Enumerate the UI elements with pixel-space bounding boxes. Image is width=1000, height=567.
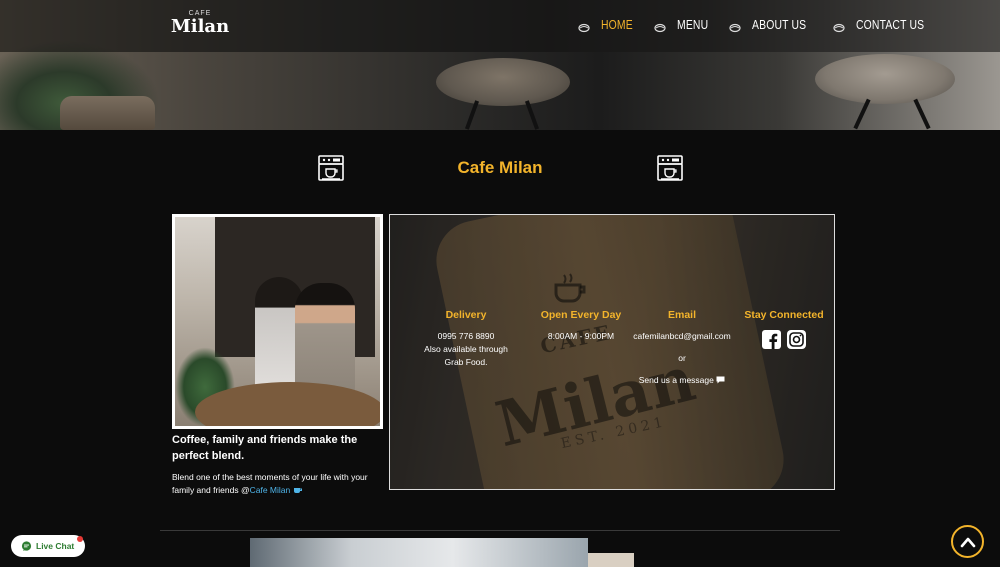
hours-column: Open Every Day 8:00AM - 9:00PM: [535, 309, 627, 343]
email-column: Email cafemilanbcd@gmail.com or Send us …: [626, 309, 738, 387]
hours-title: Open Every Day: [540, 309, 622, 321]
coffee-cup-icon: [293, 488, 302, 493]
logo-text: Milan: [170, 16, 230, 37]
email-address[interactable]: cafemilanbcd@gmail.com: [626, 330, 738, 343]
chat-icon: [21, 540, 32, 551]
instagram-icon[interactable]: [787, 330, 806, 349]
story-link[interactable]: Cafe Milan: [250, 485, 291, 495]
coffee-bean-icon: [578, 20, 590, 32]
stool-seat: [436, 58, 570, 106]
story-body: Blend one of the best moments of your li…: [172, 471, 387, 497]
delivery-note: Also available through: [424, 344, 508, 354]
delivery-phone[interactable]: 0995 776 8890: [418, 330, 514, 343]
live-chat-label: Live Chat: [36, 541, 75, 551]
coffee-bean-icon: [654, 20, 666, 32]
section-title: Cafe Milan: [457, 158, 543, 177]
hours-time: 8:00AM - 9:00PM: [547, 331, 615, 341]
nav-menu[interactable]: MENU: [677, 17, 708, 32]
info-panel: CAFE Milan EST. 2021 Delivery 0995 776 8…: [389, 214, 835, 490]
nav-about-us[interactable]: ABOUT US: [752, 17, 806, 32]
section-divider: [160, 530, 840, 531]
hero-banner: CAFE Milan HOME MENU ABOUT US CONTACT US: [0, 0, 1000, 130]
story-headline: Coffee, family and friends make the perf…: [172, 434, 358, 462]
section-header: Cafe Milan: [0, 150, 1000, 190]
nav-home[interactable]: HOME: [601, 17, 633, 32]
email-title: Email: [667, 309, 696, 321]
main-nav: HOME MENU ABOUT US CONTACT US: [578, 17, 954, 32]
coffee-bean-icon: [833, 20, 845, 32]
nav-contact-us[interactable]: CONTACT US: [856, 17, 924, 32]
stool-seat: [815, 54, 955, 104]
chat-bubble-icon: [716, 376, 725, 384]
delivery-column: Delivery 0995 776 8890 Also available th…: [418, 309, 514, 369]
gallery-image: [250, 538, 588, 567]
site-logo[interactable]: CAFE Milan: [170, 10, 230, 46]
couple-photo: [172, 214, 383, 429]
delivery-note: Grab Food.: [444, 357, 488, 367]
coffee-bean-icon: [729, 20, 741, 32]
send-message-link[interactable]: Send us a message: [626, 374, 738, 387]
espresso-machine-icon: [655, 153, 685, 183]
delivery-title: Delivery: [445, 309, 487, 321]
social-links: [740, 330, 828, 349]
scroll-to-top-button[interactable]: [951, 525, 984, 558]
live-chat-button[interactable]: Live Chat: [11, 535, 85, 557]
gallery-image: [588, 553, 634, 567]
facebook-icon[interactable]: [762, 330, 781, 349]
social-title: Stay Connected: [744, 309, 824, 321]
send-message-text: Send us a message: [638, 375, 714, 385]
email-or: or: [678, 353, 686, 363]
plant-pot: [60, 96, 155, 130]
social-column: Stay Connected: [740, 309, 828, 349]
chevron-up-icon: [960, 537, 975, 547]
notification-dot: [77, 536, 83, 542]
